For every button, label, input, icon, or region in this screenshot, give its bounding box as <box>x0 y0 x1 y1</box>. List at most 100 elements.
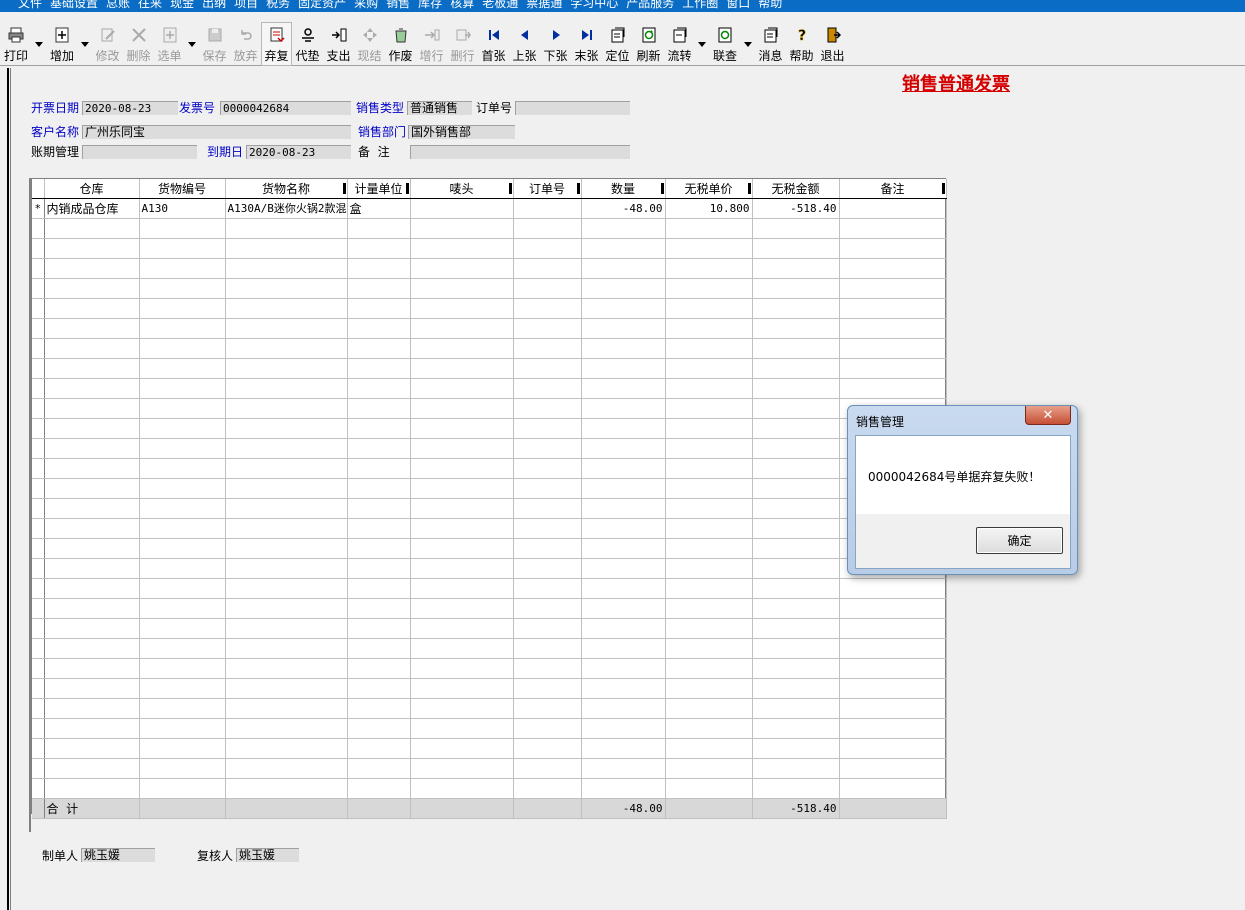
empty-cell[interactable] <box>513 498 582 519</box>
expense-button[interactable]: 支出 <box>323 22 354 66</box>
empty-cell[interactable] <box>410 638 514 659</box>
empty-cell[interactable] <box>581 458 666 479</box>
menu-item[interactable]: 老板通 <box>482 0 518 10</box>
table-row[interactable] <box>32 738 947 759</box>
empty-cell[interactable] <box>581 658 666 679</box>
menu-item[interactable]: 窗口 <box>726 0 750 10</box>
dept-field[interactable]: 国外销售部 <box>408 125 515 139</box>
table-row[interactable] <box>32 298 947 319</box>
empty-cell[interactable] <box>581 438 666 459</box>
empty-cell[interactable] <box>410 738 514 759</box>
table-row[interactable] <box>32 538 947 559</box>
empty-cell[interactable] <box>225 618 348 639</box>
empty-cell[interactable] <box>44 778 140 799</box>
empty-cell[interactable] <box>665 678 753 699</box>
empty-cell[interactable] <box>581 538 666 559</box>
empty-cell[interactable] <box>139 658 226 679</box>
empty-cell[interactable] <box>225 698 348 719</box>
empty-cell[interactable] <box>139 398 226 419</box>
empty-cell[interactable] <box>225 218 348 239</box>
empty-cell[interactable] <box>410 718 514 739</box>
empty-cell[interactable] <box>410 518 514 539</box>
empty-cell[interactable] <box>513 618 582 639</box>
empty-cell[interactable] <box>44 698 140 719</box>
empty-cell[interactable] <box>347 518 411 539</box>
empty-cell[interactable] <box>139 598 226 619</box>
empty-cell[interactable] <box>347 398 411 419</box>
empty-cell[interactable] <box>752 678 840 699</box>
empty-cell[interactable] <box>44 238 140 259</box>
empty-cell[interactable] <box>347 778 411 799</box>
empty-cell[interactable] <box>347 418 411 439</box>
order-no-field[interactable] <box>515 101 630 115</box>
empty-cell[interactable] <box>44 678 140 699</box>
table-row[interactable] <box>32 758 947 779</box>
menu-item[interactable]: 销售 <box>386 0 410 10</box>
empty-cell[interactable] <box>225 378 348 399</box>
empty-cell[interactable] <box>581 578 666 599</box>
empty-cell[interactable] <box>513 658 582 679</box>
first-button[interactable]: 首张 <box>478 22 509 66</box>
empty-cell[interactable] <box>752 618 840 639</box>
empty-cell[interactable] <box>752 638 840 659</box>
empty-cell[interactable] <box>581 518 666 539</box>
table-row[interactable] <box>32 638 947 659</box>
empty-cell[interactable] <box>665 318 753 339</box>
table-row[interactable] <box>32 778 947 799</box>
empty-cell[interactable] <box>752 778 840 799</box>
empty-cell[interactable] <box>44 378 140 399</box>
empty-cell[interactable] <box>410 278 514 299</box>
empty-cell[interactable] <box>752 518 840 539</box>
empty-cell[interactable] <box>513 478 582 499</box>
table-row[interactable] <box>32 338 947 359</box>
empty-cell[interactable] <box>139 738 226 759</box>
table-row[interactable] <box>32 238 947 259</box>
empty-cell[interactable] <box>225 398 348 419</box>
menu-item[interactable]: 产品服务 <box>626 0 674 10</box>
table-row[interactable] <box>32 718 947 739</box>
empty-cell[interactable] <box>665 698 753 719</box>
empty-cell[interactable] <box>665 278 753 299</box>
empty-cell[interactable] <box>513 698 582 719</box>
empty-cell[interactable] <box>839 718 947 739</box>
cell-note[interactable] <box>839 198 947 219</box>
link-button[interactable]: 联查 <box>709 22 741 66</box>
sale-type-field[interactable]: 普通销售 <box>407 101 472 115</box>
empty-cell[interactable] <box>513 758 582 779</box>
empty-cell[interactable] <box>839 778 947 799</box>
empty-cell[interactable] <box>513 598 582 619</box>
menu-item[interactable]: 票据通 <box>526 0 562 10</box>
empty-cell[interactable] <box>752 758 840 779</box>
table-row[interactable] <box>32 218 947 239</box>
table-row[interactable] <box>32 358 947 379</box>
empty-cell[interactable] <box>513 558 582 579</box>
empty-cell[interactable] <box>581 698 666 719</box>
empty-cell[interactable] <box>410 778 514 799</box>
empty-cell[interactable] <box>513 298 582 319</box>
empty-cell[interactable] <box>513 578 582 599</box>
empty-cell[interactable] <box>410 538 514 559</box>
due-date-field[interactable]: 2020-08-23 <box>246 145 351 159</box>
empty-cell[interactable] <box>839 678 947 699</box>
empty-cell[interactable] <box>839 578 947 599</box>
empty-cell[interactable] <box>665 558 753 579</box>
message-button[interactable]: 消息 <box>755 22 786 66</box>
empty-cell[interactable] <box>665 618 753 639</box>
empty-cell[interactable] <box>139 718 226 739</box>
empty-cell[interactable] <box>839 338 947 359</box>
table-row[interactable] <box>32 418 947 439</box>
empty-cell[interactable] <box>410 498 514 519</box>
table-row[interactable] <box>32 378 947 399</box>
empty-cell[interactable] <box>665 398 753 419</box>
empty-cell[interactable] <box>410 418 514 439</box>
empty-cell[interactable] <box>665 778 753 799</box>
edit-button[interactable]: 修改 <box>92 22 123 66</box>
empty-cell[interactable] <box>839 738 947 759</box>
empty-cell[interactable] <box>665 718 753 739</box>
empty-cell[interactable] <box>752 238 840 259</box>
empty-cell[interactable] <box>665 538 753 559</box>
cell-price[interactable]: 10.800 <box>665 198 753 219</box>
empty-cell[interactable] <box>752 398 840 419</box>
col-header-code[interactable]: 货物编号 <box>139 179 226 199</box>
empty-cell[interactable] <box>581 738 666 759</box>
